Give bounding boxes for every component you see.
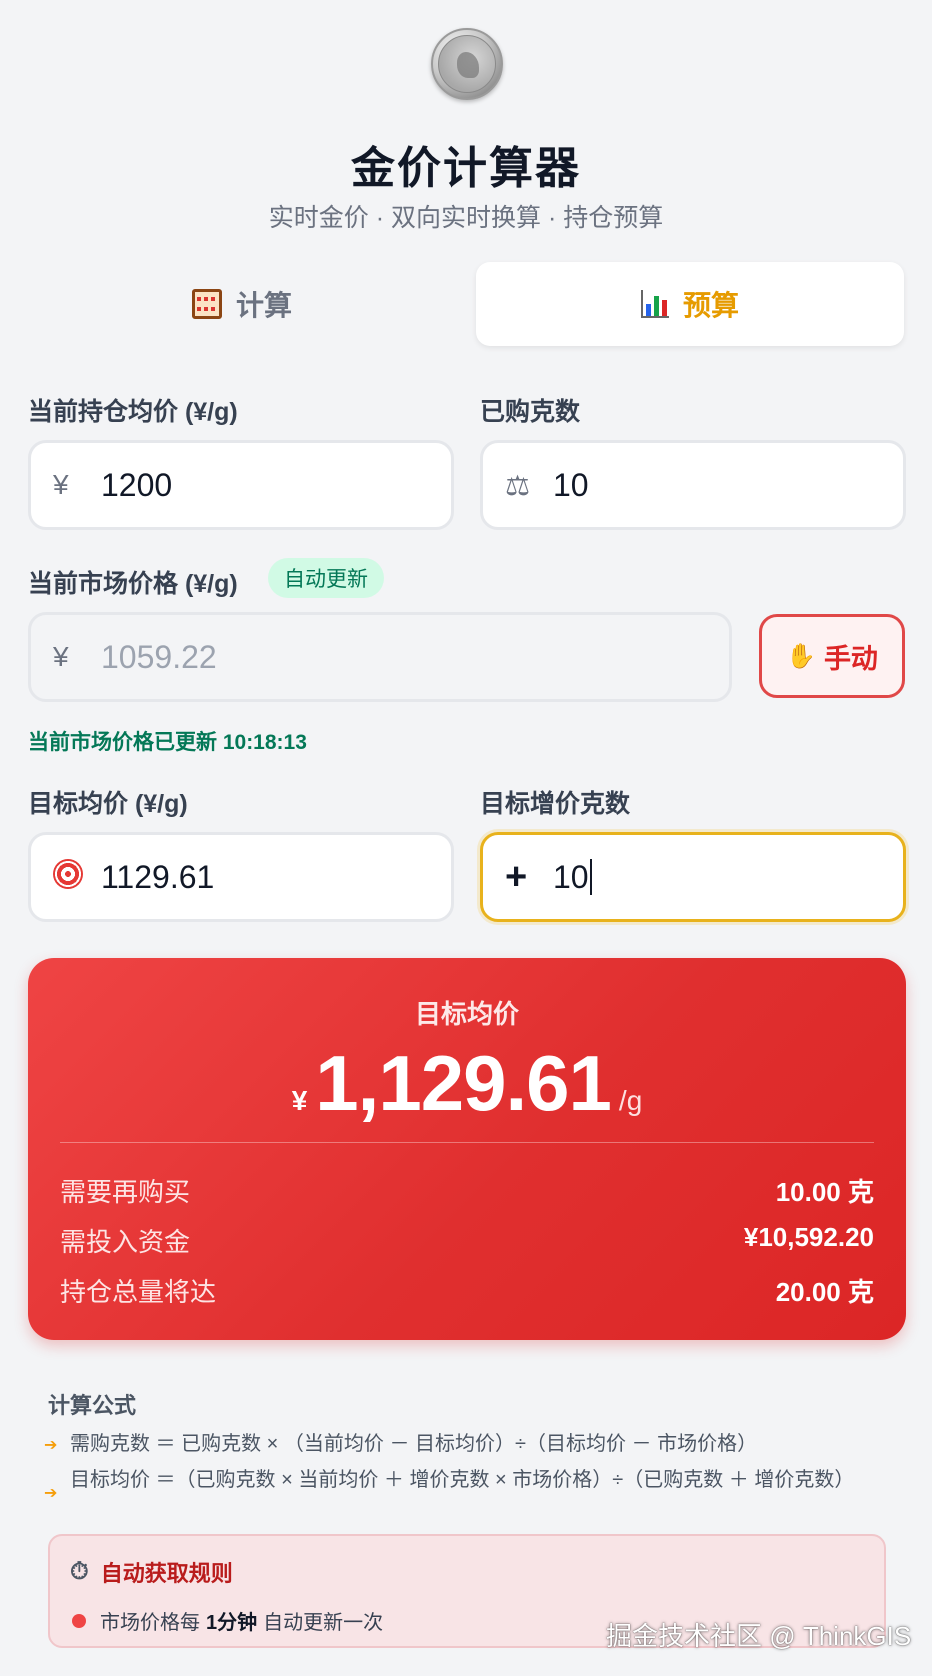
- result-value: ¥ 1,129.61 /g: [28, 1038, 906, 1129]
- tab-calculate[interactable]: 计算: [28, 262, 456, 346]
- avg-price-input[interactable]: ¥ 1200: [28, 440, 454, 530]
- result-row-label: 需投入资金: [60, 1227, 191, 1257]
- manual-button-label: 手动: [823, 643, 878, 674]
- result-row-label: 需要再购买: [60, 1177, 191, 1207]
- hand-icon: ✋: [786, 642, 816, 670]
- coin-logo: [431, 28, 503, 100]
- result-row-value: 20.00 克: [775, 1277, 874, 1307]
- update-status: 当前市场价格已更新 10:18:13: [28, 731, 307, 754]
- mode-tabs: 计算 预算: [28, 262, 904, 358]
- text-caret: [589, 859, 592, 895]
- avg-price-label: 当前持仓均价 (¥/g): [28, 398, 238, 426]
- rules-item-prefix: 市场价格每: [100, 1612, 200, 1634]
- arrow-right-icon: ➔: [44, 1437, 58, 1454]
- rules-item-suffix: 自动更新一次: [263, 1612, 384, 1634]
- bought-grams-value: 10: [553, 466, 589, 503]
- formula-item: ➔ 需购克数 ＝ 已购克数 × （当前均价 － 目标均价）÷（目标均价 － 市场…: [44, 1430, 864, 1460]
- target-avg-value: 1129.61: [101, 858, 215, 895]
- rules-title-text: 自动获取规则: [100, 1561, 233, 1586]
- target-avg-input[interactable]: 1129.61: [28, 832, 454, 922]
- yen-icon: ¥: [53, 641, 69, 672]
- rules-item-interval: 1分钟: [206, 1612, 258, 1634]
- result-row: 需要再购买 10.00 克: [60, 1172, 874, 1209]
- result-card: 目标均价 ¥ 1,129.61 /g 需要再购买 10.00 克 需投入资金 ¥…: [28, 958, 906, 1340]
- tab-calculate-label: 计算: [235, 290, 292, 321]
- target-grams-input[interactable]: + 10: [480, 832, 906, 922]
- result-currency: ¥: [291, 1085, 308, 1116]
- result-divider: [60, 1142, 874, 1143]
- rules-item: 市场价格每 1分钟 自动更新一次: [72, 1606, 383, 1635]
- formula-title: 计算公式: [48, 1393, 137, 1418]
- target-icon: [53, 858, 101, 896]
- manual-button[interactable]: ✋ 手动: [759, 614, 905, 698]
- result-row-value: ¥10,592.20: [743, 1222, 874, 1252]
- target-avg-label: 目标均价 (¥/g): [28, 790, 188, 818]
- formula-item: ➔ 目标均价 ＝（已购克数 × 当前均价 ＋ 增价克数 × 市场价格）÷（已购克…: [44, 1466, 874, 1508]
- scale-icon: ⚖: [505, 469, 531, 501]
- rules-title: ⏱ 自动获取规则: [70, 1556, 233, 1588]
- result-title: 目标均价: [414, 999, 519, 1029]
- market-price-input[interactable]: ¥ 1059.22: [28, 612, 732, 702]
- bought-grams-input[interactable]: ⚖ 10: [480, 440, 906, 530]
- stopwatch-icon: ⏱: [70, 1558, 89, 1585]
- formula-text: 目标均价 ＝（已购克数 × 当前均价 ＋ 增价克数 × 市场价格）÷（已购克数 …: [70, 1469, 855, 1491]
- page-subtitle: 实时金价 · 双向实时换算 · 持仓预算: [268, 204, 664, 232]
- red-dot-icon: [72, 1613, 86, 1628]
- target-grams-label: 目标增价克数: [480, 790, 631, 818]
- result-row-label: 持仓总量将达: [60, 1277, 217, 1307]
- page-title: 金价计算器: [351, 144, 581, 193]
- bar-chart-icon: [640, 290, 669, 318]
- plus-icon: +: [505, 855, 528, 898]
- target-grams-value: 10: [553, 858, 589, 895]
- result-number: 1,129.61: [315, 1039, 612, 1127]
- yen-icon: ¥: [53, 469, 69, 500]
- result-unit: /g: [618, 1085, 643, 1116]
- avg-price-value: 1200: [101, 466, 173, 503]
- bought-grams-label: 已购克数: [480, 398, 581, 426]
- auto-update-badge: 自动更新: [268, 558, 384, 598]
- watermark: 掘金技术社区 @ ThinkGIS: [606, 1621, 912, 1651]
- abacus-icon: [191, 289, 222, 319]
- tab-budget-label: 预算: [682, 290, 739, 321]
- market-price-label: 当前市场价格 (¥/g): [28, 570, 238, 598]
- result-row: 持仓总量将达 20.00 克: [60, 1272, 874, 1309]
- market-price-value: 1059.22: [101, 638, 217, 675]
- coin-emblem: [438, 35, 496, 93]
- result-row: 需投入资金 ¥10,592.20: [60, 1222, 874, 1259]
- arrow-right-icon: ➔: [44, 1485, 58, 1502]
- result-row-value: 10.00 克: [775, 1177, 874, 1207]
- tab-budget[interactable]: 预算: [476, 262, 904, 346]
- formula-text: 需购克数 ＝ 已购克数 × （当前均价 － 目标均价）÷（目标均价 － 市场价格…: [70, 1433, 758, 1455]
